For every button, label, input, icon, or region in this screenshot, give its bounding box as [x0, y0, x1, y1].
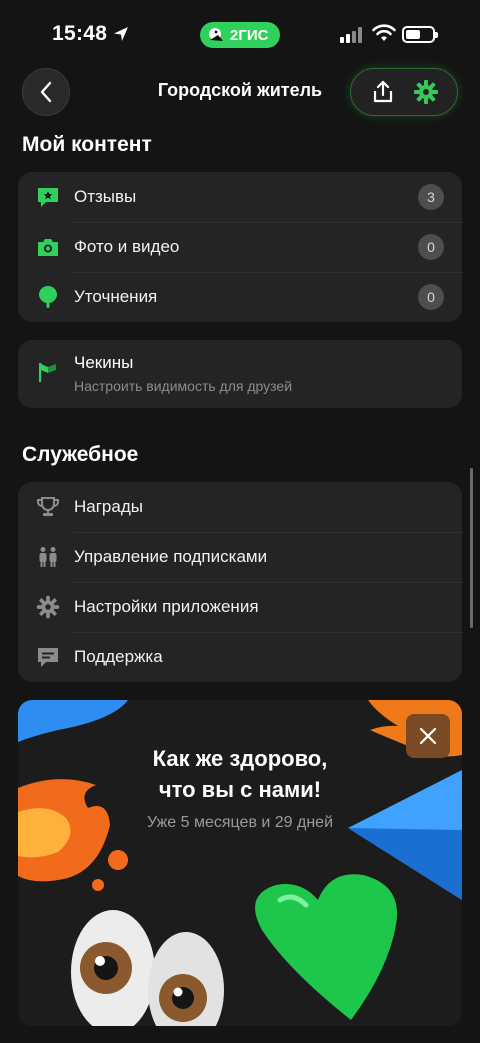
promo-title: Как же здорово, что вы с нами! [18, 743, 462, 805]
location-arrow-icon [114, 27, 128, 41]
promo-title-line2: что вы с нами! [158, 777, 322, 802]
brand-name: 2ГИС [230, 26, 269, 44]
count-badge: 3 [418, 184, 444, 210]
people-icon [39, 547, 57, 567]
dog-logo-icon [209, 28, 223, 41]
promo-close-button[interactable] [406, 714, 450, 758]
count-badge: 0 [418, 234, 444, 260]
status-time: 15:48 [52, 22, 108, 45]
checkins-subtitle: Настроить видимость для друзей [74, 378, 293, 394]
share-icon[interactable] [370, 79, 396, 105]
status-bar: 15:48 2ГИС [0, 0, 480, 66]
camera-icon [38, 239, 58, 256]
row-clarifications[interactable]: Уточнения 0 [18, 272, 462, 322]
wifi-icon [372, 24, 396, 41]
header-actions [350, 68, 458, 116]
row-subscriptions[interactable]: Управление подписками [18, 532, 462, 582]
row-app-settings[interactable]: Настройки приложения [18, 582, 462, 632]
promo-subtitle: Уже 5 месяцев и 29 дней [146, 814, 334, 831]
brand-pill[interactable]: 2ГИС [200, 22, 280, 48]
promo-banner: Как же здорово, что вы с нами! Уже 5 мес… [18, 700, 462, 1026]
back-button[interactable] [22, 68, 70, 116]
row-label: Поддержка [74, 647, 163, 666]
settings-gear-icon[interactable] [413, 79, 439, 105]
promo-title-line1: Как же здорово, [152, 746, 328, 771]
scrollbar[interactable] [470, 468, 473, 628]
flag-icon [39, 363, 56, 382]
review-star-icon [38, 188, 58, 207]
gear-icon [36, 595, 60, 619]
chat-icon [38, 648, 58, 667]
close-icon [419, 727, 437, 745]
row-awards[interactable]: Награды [18, 482, 462, 532]
chevron-left-icon [40, 81, 52, 103]
row-label: Уточнения [74, 287, 158, 306]
my-content-card: Отзывы 3 Фото и видео 0 Уточнения 0 [18, 172, 462, 322]
row-label: Управление подписками [74, 547, 268, 566]
section-title-service: Служебное [22, 443, 139, 466]
cellular-signal-icon [340, 27, 362, 43]
row-label: Отзывы [74, 187, 137, 206]
section-title-my-content: Мой контент [22, 133, 152, 156]
checkins-card[interactable]: Чекины Настроить видимость для друзей [18, 340, 462, 408]
row-label: Настройки приложения [74, 597, 259, 616]
checkins-label: Чекины [74, 353, 134, 372]
page-title: Городской житель [157, 80, 323, 100]
row-support[interactable]: Поддержка [18, 632, 462, 682]
row-label: Фото и видео [74, 237, 180, 256]
battery-icon [402, 26, 438, 43]
row-label: Награды [74, 497, 143, 516]
pin-icon [39, 286, 57, 308]
row-photo-video[interactable]: Фото и видео 0 [18, 222, 462, 272]
count-badge: 0 [418, 284, 444, 310]
row-reviews[interactable]: Отзывы 3 [18, 172, 462, 222]
trophy-icon [37, 497, 59, 516]
service-card: Награды Управление подписками Настройки … [18, 482, 462, 682]
